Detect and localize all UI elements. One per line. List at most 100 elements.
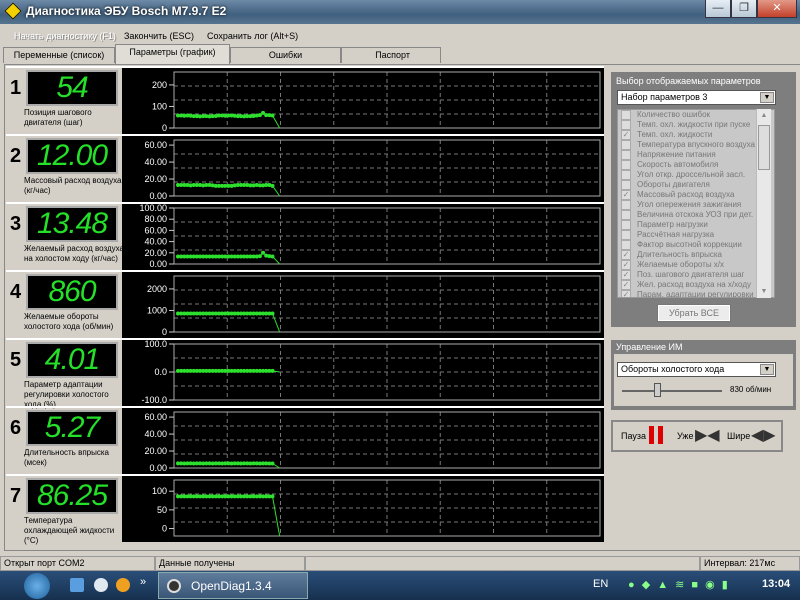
y-tick-label: -100.0 xyxy=(141,395,167,405)
scroll-down-icon[interactable]: ▼ xyxy=(757,288,771,295)
chart-svg: 100.0080.0060.00 40.0020.000.00 xyxy=(139,204,601,269)
parameter-checkbox[interactable] xyxy=(621,110,631,120)
parameter-list-item[interactable]: Рассчётная нагрузка xyxy=(618,230,774,240)
actuator-slider-track[interactable] xyxy=(622,390,722,392)
parameter-checkbox[interactable]: ✓ xyxy=(621,280,631,290)
y-tick-label: 60.00 xyxy=(144,225,167,235)
parameter-checkbox[interactable] xyxy=(621,180,631,190)
panel-number: 6 xyxy=(10,417,22,439)
parameter-list-item[interactable]: Количество ошибок xyxy=(618,110,774,120)
parameter-checkbox[interactable] xyxy=(621,150,631,160)
parameter-set-select[interactable]: Набор параметров 3 ▼ xyxy=(617,90,776,105)
parameter-checkbox[interactable]: ✓ xyxy=(621,290,631,297)
parameter-list-item[interactable]: ✓ Поз. шагового двигателя шаг xyxy=(618,270,774,280)
panel-value-display: 4.01 xyxy=(26,342,118,378)
parameter-label: Температура впускного воздуха xyxy=(637,140,755,149)
y-tick-label: 0 xyxy=(162,524,167,534)
parameter-panel: 4 860 Желаемые обороты холостого хода (о… xyxy=(6,270,604,338)
tab-passport[interactable]: Паспорт xyxy=(341,47,441,63)
parameter-checkbox[interactable] xyxy=(621,210,631,220)
panel-label: Массовый расход воздуха (кг/час) xyxy=(24,176,122,195)
parameter-list-item[interactable]: Напряжение питания xyxy=(618,150,774,160)
y-tick-label: 20.00 xyxy=(144,446,167,456)
parameter-list-item[interactable]: ✓ Длительность впрыска xyxy=(618,250,774,260)
chevron-down-icon[interactable]: ▼ xyxy=(760,364,774,375)
minimize-button[interactable]: — xyxy=(705,0,731,18)
parameter-list-item[interactable]: ✓ Массовый расход воздуха xyxy=(618,190,774,200)
panel-value-display: 5.27 xyxy=(26,410,118,446)
parameter-checkbox[interactable] xyxy=(621,200,631,210)
language-indicator[interactable]: EN xyxy=(593,578,608,590)
parameter-list-item[interactable]: ✓ Жел. расход воздуха на х/ходу xyxy=(618,280,774,290)
parameter-checkbox[interactable] xyxy=(621,170,631,180)
y-tick-label: 1000 xyxy=(147,305,167,315)
parameter-list-scrollbar[interactable]: ▲ ▼ xyxy=(756,109,771,298)
parameter-label: Обороты двигателя xyxy=(637,180,710,189)
parameter-checkbox[interactable] xyxy=(621,160,631,170)
aimp-icon[interactable] xyxy=(116,578,130,592)
wide-button[interactable]: ◀▶ xyxy=(751,425,776,445)
tab-parameters-graph[interactable]: Параметры (график) xyxy=(115,44,230,64)
maximize-button[interactable]: ❐ xyxy=(731,0,757,18)
parameter-list-item[interactable]: ✓ Желаемые обороты х/х xyxy=(618,260,774,270)
parameter-list-item[interactable]: Обороты двигателя xyxy=(618,180,774,190)
parameter-list-item[interactable]: Температура впускного воздуха xyxy=(618,140,774,150)
pause-label: Пауза xyxy=(621,431,647,441)
parameter-checkbox[interactable] xyxy=(621,240,631,250)
menu-stop[interactable]: Закончить (ESC) xyxy=(124,31,194,41)
parameter-list-item[interactable]: Величина отскока УОЗ при дет. xyxy=(618,210,774,220)
actuator-control-group: Управление ИМ Обороты холостого хода ▼ 8… xyxy=(611,340,796,410)
y-tick-label: 0.00 xyxy=(149,259,167,269)
parameter-list-item[interactable]: Угол откр. дроссельной засл. xyxy=(618,170,774,180)
parameter-panel: 6 5.27 Длительность впрыска (мсек) 60.00… xyxy=(6,406,604,474)
scroll-up-icon[interactable]: ▲ xyxy=(757,112,771,119)
tab-errors[interactable]: Ошибки xyxy=(230,47,341,63)
parameter-list-item[interactable]: Параметр нагрузки xyxy=(618,220,774,230)
parameter-selector-title: Выбор отображаемых параметров xyxy=(616,76,761,86)
panel-number: 1 xyxy=(10,77,22,99)
close-button[interactable]: ✕ xyxy=(757,0,797,18)
parameter-label: Жел. расход воздуха на х/ходу xyxy=(637,280,751,289)
data-point xyxy=(270,368,275,373)
parameter-checkbox[interactable]: ✓ xyxy=(621,260,631,270)
y-tick-label: 100 xyxy=(152,486,167,496)
media-player-icon[interactable] xyxy=(94,578,108,592)
tab-variables-list[interactable]: Переменные (список) xyxy=(3,47,115,63)
parameter-list-item[interactable]: Фактор высотной коррекции xyxy=(618,240,774,250)
parameter-list-item[interactable]: ✓ Парам. адаптации регулировки xyxy=(618,290,774,297)
parameter-list-item[interactable]: Угол опережения зажигания xyxy=(618,200,774,210)
parameter-list-item[interactable]: Скорость автомобиля xyxy=(618,160,774,170)
parameter-checkbox[interactable]: ✓ xyxy=(621,270,631,280)
parameter-checkbox[interactable]: ✓ xyxy=(621,130,631,140)
actuator-select[interactable]: Обороты холостого хода ▼ xyxy=(617,362,776,377)
menu-save-log[interactable]: Сохранить лог (Alt+S) xyxy=(207,31,298,41)
parameter-chart: 100.00 80.00 60.00 40.00 20.00 0.00 xyxy=(122,204,604,270)
parameter-checkbox[interactable]: ✓ xyxy=(621,190,631,200)
overflow-chevron-icon[interactable]: » xyxy=(140,576,146,588)
parameter-chart: 100 50 0 xyxy=(122,476,604,542)
tray-icons[interactable]: ● ◆ ▲ ≋ ■ ◉ ▮ xyxy=(628,578,738,592)
quicklaunch-icon[interactable] xyxy=(70,578,84,592)
taskbar-app-button[interactable]: OpenDiag1.3.4 xyxy=(158,572,308,599)
remove-all-button[interactable]: Убрать ВСЕ xyxy=(657,304,731,322)
actuator-slider-thumb[interactable] xyxy=(654,383,661,397)
scroll-thumb[interactable] xyxy=(758,125,770,170)
parameter-checkbox[interactable] xyxy=(621,120,631,130)
parameter-checkbox[interactable]: ✓ xyxy=(621,250,631,260)
parameter-checkbox[interactable] xyxy=(621,220,631,230)
start-button[interactable] xyxy=(24,573,50,599)
y-tick-label: 200 xyxy=(152,80,167,90)
parameter-checkbox[interactable] xyxy=(621,230,631,240)
parameter-chart: 100.0 0.0 -100.0 xyxy=(122,340,604,406)
menu-start-diagnostics[interactable]: Начать диагностику (F1) xyxy=(14,31,116,41)
pause-button[interactable] xyxy=(649,426,663,444)
parameter-chart: 60.00 40.00 20.00 0.00 xyxy=(122,136,604,202)
chart-svg: 100.0 0.0 -100.0 xyxy=(141,340,601,405)
parameter-list-item[interactable]: Темп. охл. жидкости при пуске xyxy=(618,120,774,130)
parameter-list-item[interactable]: ✓ Темп. охл. жидкости xyxy=(618,130,774,140)
chevron-down-icon[interactable]: ▼ xyxy=(760,92,774,103)
parameter-checkbox[interactable] xyxy=(621,140,631,150)
status-empty xyxy=(305,556,700,571)
y-tick-label: 100 xyxy=(152,101,167,111)
narrow-button[interactable]: ▶◀ xyxy=(695,425,720,445)
